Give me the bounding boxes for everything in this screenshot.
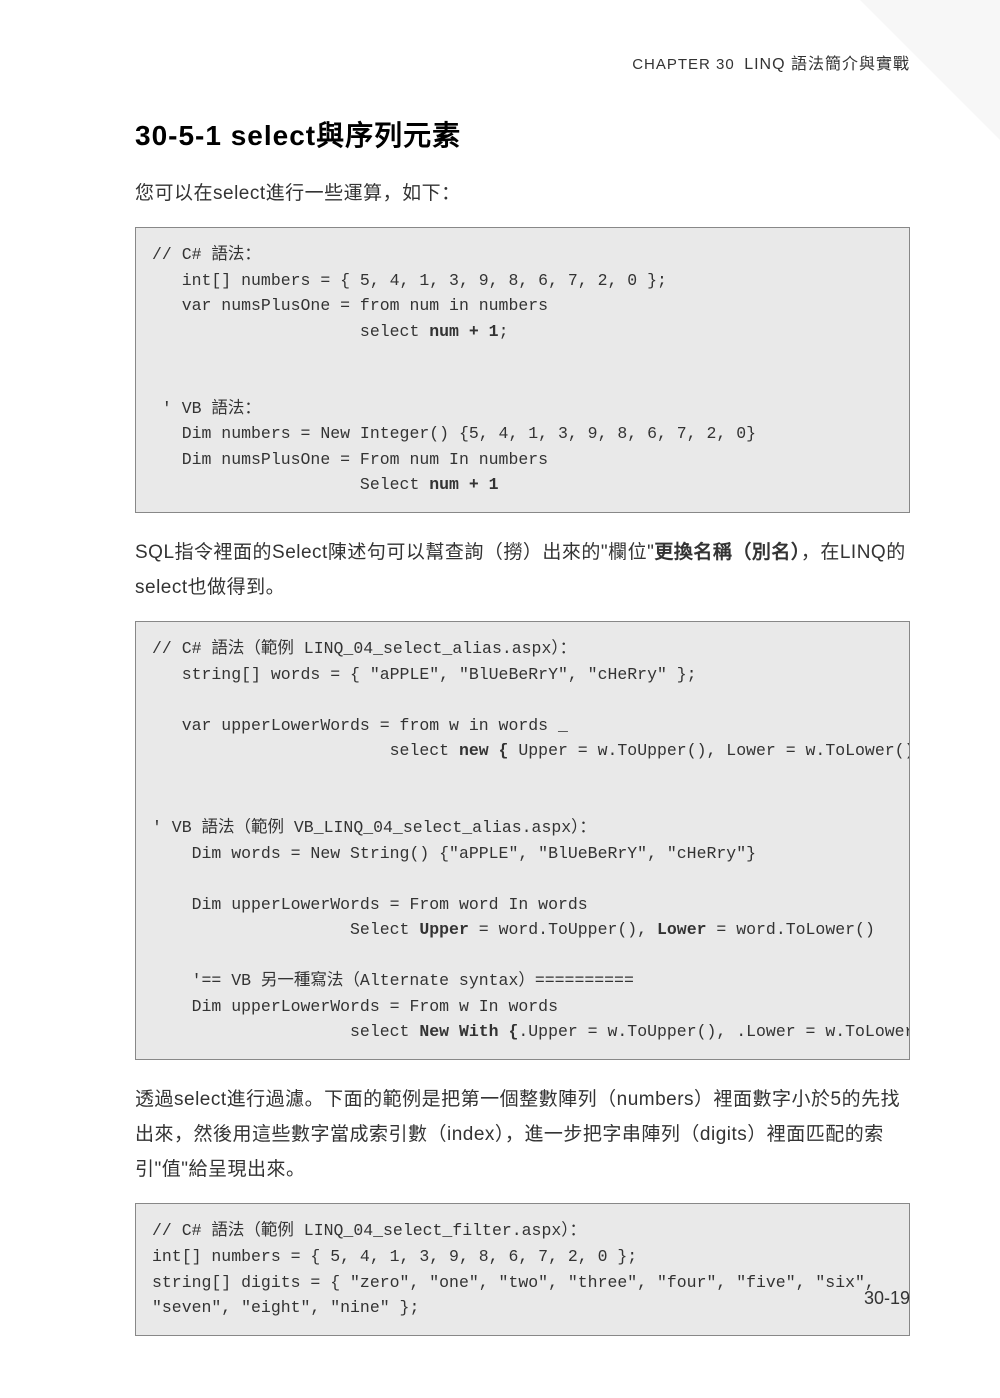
section-number: 30-5-1 — [135, 120, 222, 151]
page-content: CHAPTER 30 LINQ 語法簡介與實戰 30-5-1 select與序列… — [0, 0, 1000, 1398]
corner-decoration — [860, 0, 1000, 140]
code-block-2: // C# 語法（範例 LINQ_04_select_alias.aspx）： … — [135, 621, 910, 1060]
page-number: 30-19 — [864, 1288, 910, 1309]
code-block-3: // C# 語法（範例 LINQ_04_select_filter.aspx）：… — [135, 1203, 910, 1335]
section-title-text: select與序列元素 — [231, 120, 461, 151]
paragraph-1: 您可以在select進行一些運算，如下： — [135, 176, 910, 211]
paragraph-2: SQL指令裡面的Select陳述句可以幫查詢（撈）出來的"欄位"更換名稱（別名）… — [135, 535, 910, 605]
paragraph-3: 透過select進行過濾。下面的範例是把第一個整數陣列（numbers）裡面數字… — [135, 1082, 910, 1187]
section-heading: 30-5-1 select與序列元素 — [135, 114, 910, 154]
chapter-header: CHAPTER 30 LINQ 語法簡介與實戰 — [135, 50, 910, 74]
code-block-1: // C# 語法： int[] numbers = { 5, 4, 1, 3, … — [135, 227, 910, 513]
chapter-label: CHAPTER 30 — [632, 56, 735, 73]
